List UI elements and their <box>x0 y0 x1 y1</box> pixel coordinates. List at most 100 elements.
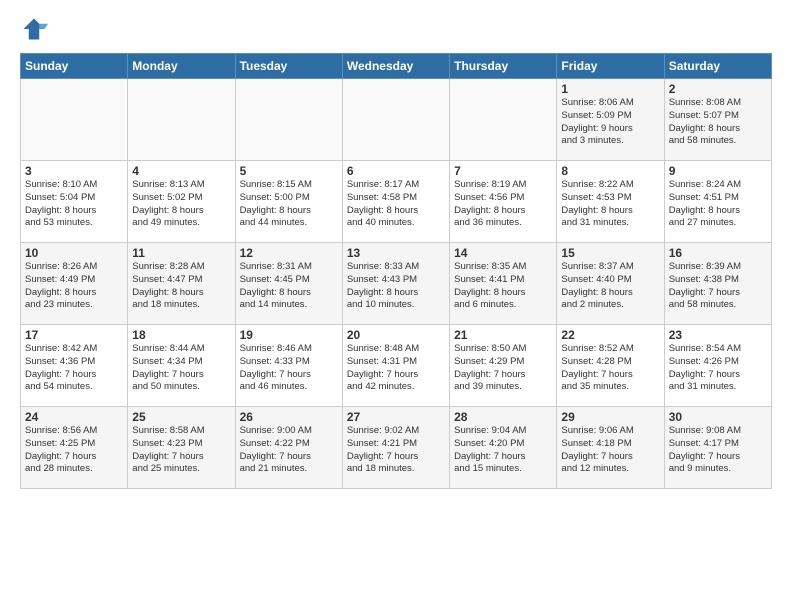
calendar-cell: 30Sunrise: 9:08 AM Sunset: 4:17 PM Dayli… <box>664 407 771 489</box>
day-info: Sunrise: 9:00 AM Sunset: 4:22 PM Dayligh… <box>240 425 338 476</box>
day-number: 28 <box>454 410 552 424</box>
calendar-cell: 8Sunrise: 8:22 AM Sunset: 4:53 PM Daylig… <box>557 161 664 243</box>
day-number: 10 <box>25 246 123 260</box>
calendar-cell: 7Sunrise: 8:19 AM Sunset: 4:56 PM Daylig… <box>450 161 557 243</box>
weekday-header-monday: Monday <box>128 54 235 79</box>
day-info: Sunrise: 8:52 AM Sunset: 4:28 PM Dayligh… <box>561 343 659 394</box>
day-info: Sunrise: 8:37 AM Sunset: 4:40 PM Dayligh… <box>561 261 659 312</box>
day-info: Sunrise: 9:04 AM Sunset: 4:20 PM Dayligh… <box>454 425 552 476</box>
calendar-table: SundayMondayTuesdayWednesdayThursdayFrid… <box>20 53 772 489</box>
calendar-cell: 5Sunrise: 8:15 AM Sunset: 5:00 PM Daylig… <box>235 161 342 243</box>
day-info: Sunrise: 8:26 AM Sunset: 4:49 PM Dayligh… <box>25 261 123 312</box>
calendar-cell: 22Sunrise: 8:52 AM Sunset: 4:28 PM Dayli… <box>557 325 664 407</box>
day-number: 30 <box>669 410 767 424</box>
calendar-cell: 6Sunrise: 8:17 AM Sunset: 4:58 PM Daylig… <box>342 161 449 243</box>
day-number: 21 <box>454 328 552 342</box>
calendar-cell: 21Sunrise: 8:50 AM Sunset: 4:29 PM Dayli… <box>450 325 557 407</box>
day-number: 12 <box>240 246 338 260</box>
day-number: 4 <box>132 164 230 178</box>
day-info: Sunrise: 8:28 AM Sunset: 4:47 PM Dayligh… <box>132 261 230 312</box>
weekday-header-wednesday: Wednesday <box>342 54 449 79</box>
weekday-header-saturday: Saturday <box>664 54 771 79</box>
day-info: Sunrise: 8:24 AM Sunset: 4:51 PM Dayligh… <box>669 179 767 230</box>
day-info: Sunrise: 8:17 AM Sunset: 4:58 PM Dayligh… <box>347 179 445 230</box>
day-number: 16 <box>669 246 767 260</box>
day-number: 26 <box>240 410 338 424</box>
calendar-cell: 1Sunrise: 8:06 AM Sunset: 5:09 PM Daylig… <box>557 79 664 161</box>
calendar-cell: 3Sunrise: 8:10 AM Sunset: 5:04 PM Daylig… <box>21 161 128 243</box>
calendar-cell <box>450 79 557 161</box>
day-number: 6 <box>347 164 445 178</box>
calendar-cell: 12Sunrise: 8:31 AM Sunset: 4:45 PM Dayli… <box>235 243 342 325</box>
calendar-cell: 20Sunrise: 8:48 AM Sunset: 4:31 PM Dayli… <box>342 325 449 407</box>
calendar-cell: 16Sunrise: 8:39 AM Sunset: 4:38 PM Dayli… <box>664 243 771 325</box>
day-number: 29 <box>561 410 659 424</box>
day-number: 2 <box>669 82 767 96</box>
day-info: Sunrise: 8:13 AM Sunset: 5:02 PM Dayligh… <box>132 179 230 230</box>
day-info: Sunrise: 8:44 AM Sunset: 4:34 PM Dayligh… <box>132 343 230 394</box>
calendar-cell: 18Sunrise: 8:44 AM Sunset: 4:34 PM Dayli… <box>128 325 235 407</box>
calendar-body: 1Sunrise: 8:06 AM Sunset: 5:09 PM Daylig… <box>21 79 772 489</box>
day-number: 22 <box>561 328 659 342</box>
calendar-cell: 11Sunrise: 8:28 AM Sunset: 4:47 PM Dayli… <box>128 243 235 325</box>
calendar-cell <box>128 79 235 161</box>
day-info: Sunrise: 8:15 AM Sunset: 5:00 PM Dayligh… <box>240 179 338 230</box>
calendar-cell: 27Sunrise: 9:02 AM Sunset: 4:21 PM Dayli… <box>342 407 449 489</box>
day-info: Sunrise: 9:02 AM Sunset: 4:21 PM Dayligh… <box>347 425 445 476</box>
day-info: Sunrise: 8:56 AM Sunset: 4:25 PM Dayligh… <box>25 425 123 476</box>
calendar-cell: 15Sunrise: 8:37 AM Sunset: 4:40 PM Dayli… <box>557 243 664 325</box>
calendar-week-5: 24Sunrise: 8:56 AM Sunset: 4:25 PM Dayli… <box>21 407 772 489</box>
day-info: Sunrise: 8:08 AM Sunset: 5:07 PM Dayligh… <box>669 97 767 148</box>
day-number: 1 <box>561 82 659 96</box>
calendar-week-2: 3Sunrise: 8:10 AM Sunset: 5:04 PM Daylig… <box>21 161 772 243</box>
day-number: 17 <box>25 328 123 342</box>
weekday-header-sunday: Sunday <box>21 54 128 79</box>
day-info: Sunrise: 8:06 AM Sunset: 5:09 PM Dayligh… <box>561 97 659 148</box>
calendar-cell <box>235 79 342 161</box>
calendar-cell: 4Sunrise: 8:13 AM Sunset: 5:02 PM Daylig… <box>128 161 235 243</box>
logo <box>20 15 50 43</box>
calendar-cell: 29Sunrise: 9:06 AM Sunset: 4:18 PM Dayli… <box>557 407 664 489</box>
day-info: Sunrise: 8:50 AM Sunset: 4:29 PM Dayligh… <box>454 343 552 394</box>
page-header <box>20 15 772 43</box>
day-number: 15 <box>561 246 659 260</box>
calendar-cell: 25Sunrise: 8:58 AM Sunset: 4:23 PM Dayli… <box>128 407 235 489</box>
day-info: Sunrise: 8:48 AM Sunset: 4:31 PM Dayligh… <box>347 343 445 394</box>
calendar-header-row: SundayMondayTuesdayWednesdayThursdayFrid… <box>21 54 772 79</box>
calendar-cell: 9Sunrise: 8:24 AM Sunset: 4:51 PM Daylig… <box>664 161 771 243</box>
day-info: Sunrise: 8:31 AM Sunset: 4:45 PM Dayligh… <box>240 261 338 312</box>
day-info: Sunrise: 9:06 AM Sunset: 4:18 PM Dayligh… <box>561 425 659 476</box>
day-number: 7 <box>454 164 552 178</box>
calendar-week-4: 17Sunrise: 8:42 AM Sunset: 4:36 PM Dayli… <box>21 325 772 407</box>
calendar-cell: 19Sunrise: 8:46 AM Sunset: 4:33 PM Dayli… <box>235 325 342 407</box>
calendar-cell: 23Sunrise: 8:54 AM Sunset: 4:26 PM Dayli… <box>664 325 771 407</box>
day-info: Sunrise: 8:42 AM Sunset: 4:36 PM Dayligh… <box>25 343 123 394</box>
day-info: Sunrise: 8:33 AM Sunset: 4:43 PM Dayligh… <box>347 261 445 312</box>
calendar-week-1: 1Sunrise: 8:06 AM Sunset: 5:09 PM Daylig… <box>21 79 772 161</box>
day-number: 5 <box>240 164 338 178</box>
calendar-cell: 24Sunrise: 8:56 AM Sunset: 4:25 PM Dayli… <box>21 407 128 489</box>
day-number: 19 <box>240 328 338 342</box>
day-info: Sunrise: 8:54 AM Sunset: 4:26 PM Dayligh… <box>669 343 767 394</box>
calendar-cell <box>342 79 449 161</box>
day-info: Sunrise: 9:08 AM Sunset: 4:17 PM Dayligh… <box>669 425 767 476</box>
calendar-cell: 10Sunrise: 8:26 AM Sunset: 4:49 PM Dayli… <box>21 243 128 325</box>
calendar-cell: 26Sunrise: 9:00 AM Sunset: 4:22 PM Dayli… <box>235 407 342 489</box>
weekday-header-tuesday: Tuesday <box>235 54 342 79</box>
day-info: Sunrise: 8:10 AM Sunset: 5:04 PM Dayligh… <box>25 179 123 230</box>
weekday-header-thursday: Thursday <box>450 54 557 79</box>
calendar-cell: 17Sunrise: 8:42 AM Sunset: 4:36 PM Dayli… <box>21 325 128 407</box>
day-info: Sunrise: 8:19 AM Sunset: 4:56 PM Dayligh… <box>454 179 552 230</box>
logo-icon <box>20 15 48 43</box>
calendar-cell: 28Sunrise: 9:04 AM Sunset: 4:20 PM Dayli… <box>450 407 557 489</box>
calendar-cell <box>21 79 128 161</box>
day-info: Sunrise: 8:46 AM Sunset: 4:33 PM Dayligh… <box>240 343 338 394</box>
weekday-header-friday: Friday <box>557 54 664 79</box>
day-number: 24 <box>25 410 123 424</box>
day-number: 11 <box>132 246 230 260</box>
day-number: 9 <box>669 164 767 178</box>
day-number: 20 <box>347 328 445 342</box>
calendar-cell: 2Sunrise: 8:08 AM Sunset: 5:07 PM Daylig… <box>664 79 771 161</box>
day-number: 23 <box>669 328 767 342</box>
day-number: 25 <box>132 410 230 424</box>
